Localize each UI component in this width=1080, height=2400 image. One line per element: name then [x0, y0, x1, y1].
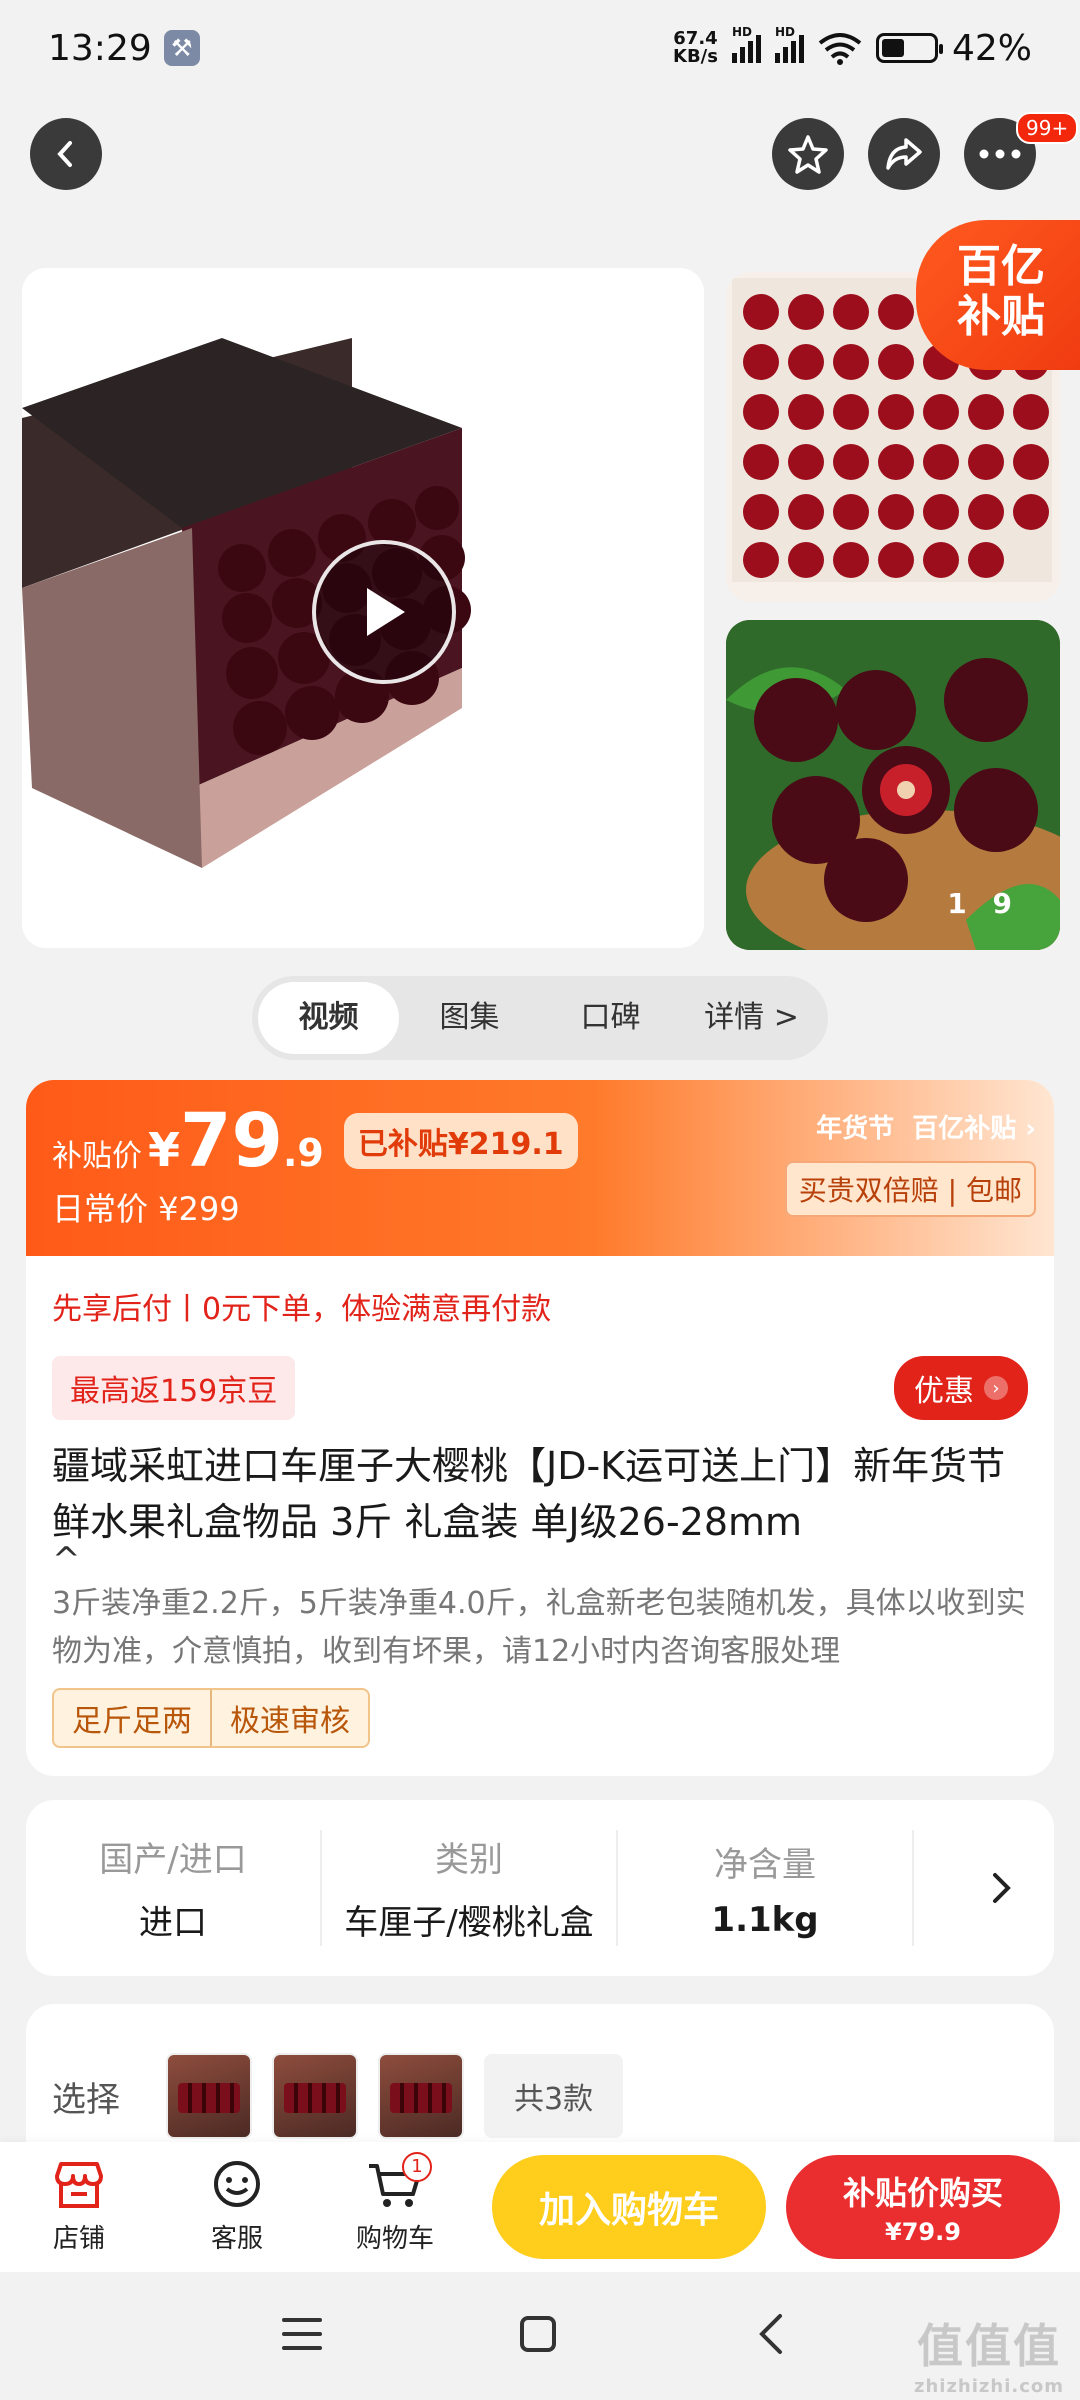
- product-gallery[interactable]: 百亿 补贴 1 9: [0, 220, 1080, 958]
- notification-badge: 99+: [1016, 112, 1079, 144]
- spec-key: 类别: [435, 1840, 503, 1880]
- tab-reviews[interactable]: 口碑: [540, 982, 681, 1054]
- share-icon: [886, 138, 922, 170]
- bottom-action-bar: 店铺 客服 1 购物车 加入购物车 补贴价购买 ¥79.9: [0, 2142, 1080, 2272]
- chevron-left-icon: [57, 141, 72, 167]
- hd-label-2: HD: [774, 25, 795, 39]
- pay-later-info[interactable]: 先享后付丨0元下单，体验满意再付款: [52, 1284, 1028, 1328]
- watermark-main: 值值值: [916, 2319, 1061, 2373]
- service-label: 客服: [210, 2223, 263, 2254]
- signal-icon: HD: [731, 25, 761, 63]
- play-button[interactable]: [312, 540, 456, 684]
- spec-net-weight: 净含量 1.1kg: [618, 1830, 914, 1946]
- expand-caret-icon[interactable]: ^: [52, 1543, 1028, 1577]
- price-card: 补贴价 ¥ 79 .9 已补贴¥219.1 日常价 ¥299 年货节 百亿补贴 …: [26, 1080, 1054, 1776]
- shop-button[interactable]: 店铺: [0, 2160, 158, 2255]
- battery-percent: 42%: [951, 27, 1032, 69]
- network-speed-unit: KB/s: [673, 46, 718, 67]
- shop-icon: [55, 2161, 103, 2208]
- regular-price: 日常价 ¥299: [52, 1190, 240, 1228]
- spec-category: 类别 车厘子/樱桃礼盒: [322, 1830, 618, 1946]
- spec-value: 进口: [139, 1903, 207, 1943]
- status-bar: 13:29 ⚒ 67.4 KB/s HD HD 42%: [0, 0, 1080, 96]
- hd-label: HD: [731, 25, 752, 39]
- media-tabs: 视频 图集 口碑 详情 >: [252, 976, 828, 1060]
- cart-button[interactable]: 1 购物车: [316, 2151, 474, 2255]
- chevron-right-icon[interactable]: [990, 1870, 1014, 1906]
- chat-smile-icon: [214, 2160, 260, 2207]
- buy-now-button[interactable]: 补贴价购买 ¥79.9: [786, 2155, 1060, 2259]
- service-tags: 足斤足两 极速审核: [52, 1688, 370, 1748]
- discount-label: 优惠: [914, 1374, 974, 1409]
- customer-service-button[interactable]: 客服: [158, 2160, 316, 2255]
- product-video[interactable]: [22, 268, 704, 948]
- discount-button[interactable]: 优惠 ›: [894, 1356, 1028, 1420]
- cart-count-badge: 1: [402, 2151, 432, 2182]
- signal-icon-2: HD: [774, 25, 804, 63]
- favorite-button[interactable]: [772, 118, 844, 190]
- guarantee-badge[interactable]: 买贵双倍赔 | 包邮: [784, 1161, 1036, 1217]
- product-title: 疆域采虹进口车厘子大樱桃【JD-K运可送上门】新年货节鲜水果礼盒物品 3斤 礼盒…: [52, 1444, 1006, 1544]
- battery-icon: [875, 33, 943, 63]
- star-icon: [788, 135, 828, 174]
- more-dots-icon: [979, 149, 1021, 159]
- play-icon: [367, 588, 405, 636]
- spec-origin: 国产/进口 进口: [26, 1830, 322, 1946]
- variant-thumbnail-1[interactable]: [166, 2053, 252, 2139]
- product-description: 3斤装净重2.2斤，5斤装净重4.0斤，礼盒新老包装随机发，具体以收到实物为准，…: [52, 1586, 1026, 1669]
- select-label: 选择: [52, 2079, 120, 2120]
- watermark-sub: zhizhizhi.com: [913, 2376, 1064, 2397]
- wrench-icon: ⚒: [163, 30, 200, 66]
- buy-price: ¥79.9: [885, 2218, 961, 2246]
- page-indicator: 1 9: [947, 887, 1020, 920]
- spec-value: 车厘子/樱桃礼盒: [344, 1903, 594, 1943]
- billion-subsidy-tag: 百亿 补贴: [916, 220, 1080, 370]
- price-banner: 补贴价 ¥ 79 .9 已补贴¥219.1 日常价 ¥299 年货节 百亿补贴 …: [26, 1080, 1054, 1256]
- tab-gallery[interactable]: 图集: [399, 982, 540, 1054]
- variant-thumbnail-3[interactable]: [378, 2053, 464, 2139]
- menu-icon[interactable]: [280, 2314, 324, 2354]
- spec-key: 净含量: [714, 1844, 816, 1885]
- page-current: 1: [947, 887, 975, 920]
- back-button[interactable]: [30, 118, 102, 190]
- status-time: 13:29: [48, 27, 152, 69]
- subsidy-price-label: 补贴价: [52, 1139, 142, 1174]
- page-total: 9: [992, 887, 1020, 920]
- more-button[interactable]: 99+: [964, 112, 1079, 190]
- spec-key: 国产/进口: [99, 1840, 247, 1880]
- add-to-cart-button[interactable]: 加入购物车: [492, 2155, 766, 2259]
- spec-summary[interactable]: 国产/进口 进口 类别 车厘子/樱桃礼盒 净含量 1.1kg: [26, 1800, 1054, 1976]
- variant-selector[interactable]: 选择 共3款: [26, 2004, 1054, 2164]
- variant-thumbnail-2[interactable]: [272, 2053, 358, 2139]
- top-navigation: 99+: [0, 112, 1080, 198]
- gallery-thumbnail-2[interactable]: 1 9: [726, 620, 1060, 950]
- jd-beans-badge: 最高返159京豆: [52, 1356, 296, 1420]
- subsidized-amount-badge: 已补贴¥219.1: [343, 1113, 578, 1169]
- tab-video[interactable]: 视频: [258, 982, 399, 1054]
- network-speed: 67.4 KB/s: [673, 30, 718, 66]
- buy-label: 补贴价购买: [842, 2174, 1003, 2212]
- back-nav-icon[interactable]: [756, 2312, 788, 2356]
- shop-label: 店铺: [52, 2223, 105, 2254]
- tag-full-weight: 足斤足两: [72, 1704, 192, 1739]
- cart-label: 购物车: [355, 2223, 434, 2254]
- subsidy-tag-line1: 百亿: [957, 241, 1045, 292]
- home-icon[interactable]: [518, 2314, 558, 2354]
- subsidy-tag-line2: 补贴: [957, 291, 1045, 342]
- site-watermark: 值值值 zhizhizhi.com: [914, 2310, 1064, 2397]
- currency-symbol: ¥: [148, 1123, 181, 1177]
- price-integer: 79: [180, 1098, 283, 1184]
- share-button[interactable]: [868, 118, 940, 190]
- campaign-label: 百亿补贴: [912, 1114, 1017, 1144]
- wifi-icon: [818, 33, 862, 65]
- tab-details[interactable]: 详情 >: [681, 982, 822, 1054]
- festival-label: 年货节: [816, 1114, 895, 1144]
- chevron-right-icon: ›: [984, 1376, 1008, 1400]
- tag-fast-review: 极速审核: [210, 1690, 368, 1746]
- variant-count[interactable]: 共3款: [484, 2054, 624, 2138]
- spec-value: 1.1kg: [711, 1899, 819, 1940]
- campaign-banner[interactable]: 年货节 百亿补贴 ›: [785, 1108, 1036, 1145]
- price-decimal: .9: [283, 1131, 324, 1175]
